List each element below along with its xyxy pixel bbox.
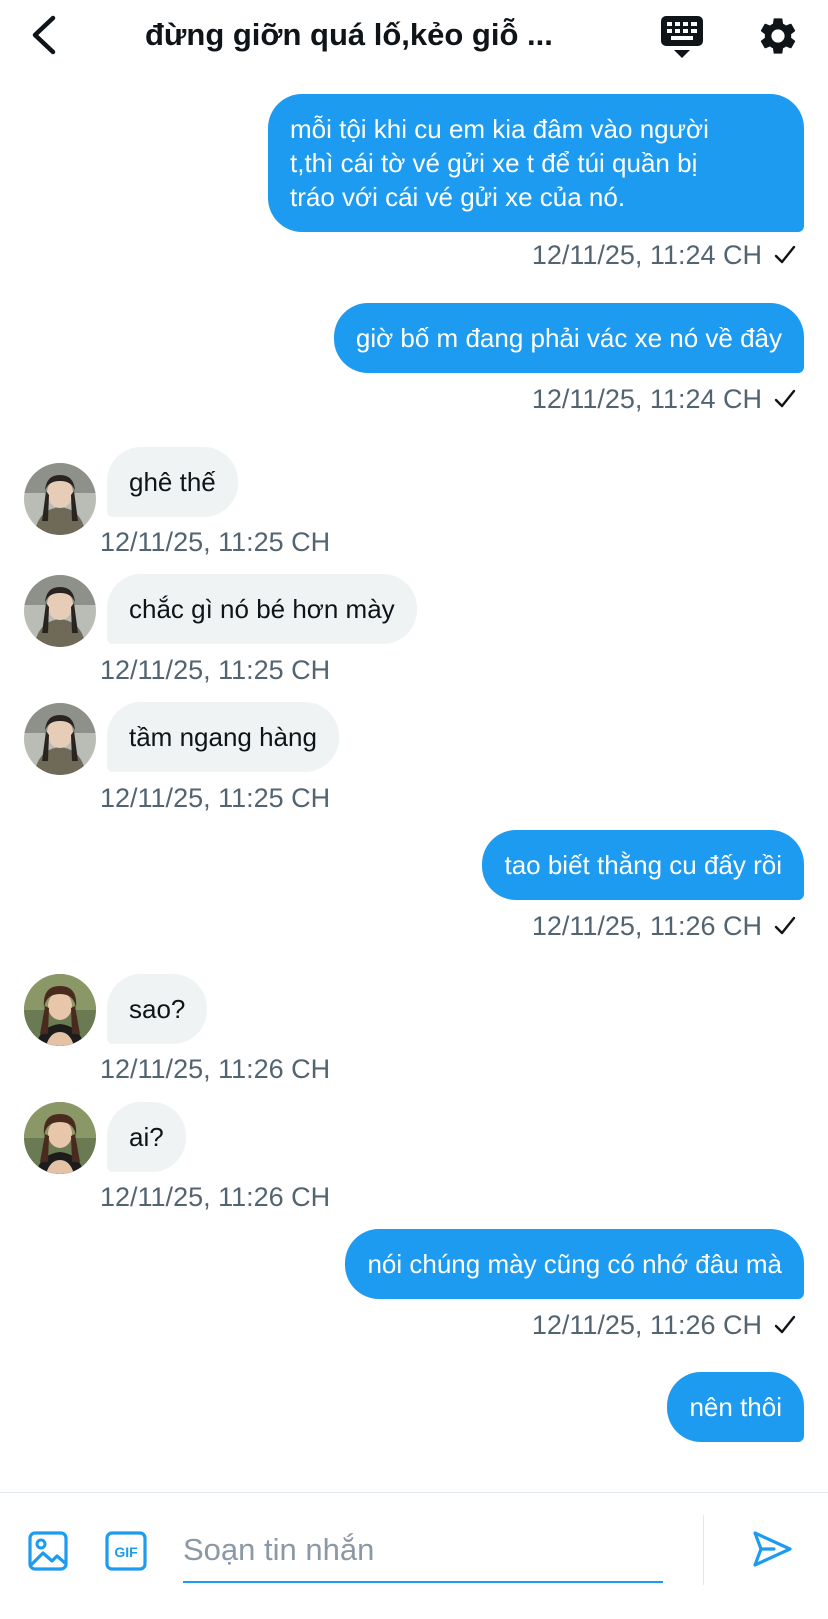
message-timestamp: 12/11/25, 11:25 CH: [100, 783, 331, 813]
avatar[interactable]: [24, 463, 96, 535]
image-icon: [28, 1531, 68, 1571]
send-icon: [753, 1531, 792, 1567]
outgoing-message[interactable]: tao biết thằng cu đấy rồi: [482, 830, 804, 900]
avatar[interactable]: [24, 575, 96, 647]
keyboard-shortcuts-button[interactable]: [658, 14, 706, 60]
avatar[interactable]: [24, 974, 96, 1046]
incoming-message[interactable]: ghê thế: [107, 447, 238, 517]
message-timestamp: 12/11/25, 11:26 CH: [100, 1054, 331, 1084]
incoming-message[interactable]: ai?: [107, 1102, 186, 1172]
message-input[interactable]: [183, 1519, 663, 1583]
message-timestamp-row: 12/11/25, 11:24 CH: [532, 382, 798, 416]
gif-label: GIF: [114, 1544, 138, 1560]
user-photo-icon: [24, 1102, 96, 1174]
gif-icon: GIF: [105, 1531, 147, 1571]
add-image-button[interactable]: [26, 1529, 70, 1573]
message-composer: GIF: [0, 1492, 828, 1619]
avatar[interactable]: [24, 1102, 96, 1174]
user-photo-icon: [24, 463, 96, 535]
message-timestamp-row: 12/11/25, 11:24 CH: [532, 238, 798, 272]
incoming-message[interactable]: tầm ngang hàng: [107, 702, 339, 772]
checkmark-icon: [774, 916, 796, 935]
user-photo-icon: [24, 575, 96, 647]
keyboard-icon: [661, 16, 703, 58]
message-timestamp: 12/11/25, 11:26 CH: [100, 1182, 331, 1212]
chevron-left-icon: [32, 15, 56, 55]
user-photo-icon: [24, 703, 96, 775]
message-timestamp: 12/11/25, 11:25 CH: [100, 527, 331, 557]
outgoing-message[interactable]: giờ bố m đang phải vác xe nó về đây: [333, 303, 804, 373]
message-timestamp-row: 12/11/25, 11:26 CH: [532, 909, 798, 943]
checkmark-icon: [774, 1315, 796, 1334]
back-button[interactable]: [22, 12, 66, 58]
checkmark-icon: [774, 245, 796, 264]
incoming-message[interactable]: sao?: [107, 974, 208, 1044]
settings-button[interactable]: [756, 14, 800, 58]
user-photo-icon: [24, 974, 96, 1046]
send-button[interactable]: [750, 1527, 794, 1571]
message-timestamp: 12/11/25, 11:25 CH: [100, 655, 331, 685]
outgoing-message[interactable]: nói chúng mày cũng có nhớ đâu mà: [345, 1229, 804, 1299]
avatar[interactable]: [24, 703, 96, 775]
message-timestamp: 12/11/25, 11:26 CH: [531, 911, 762, 941]
conversation-header: đừng giỡn quá lố,kẻo giỗ ...: [0, 0, 828, 76]
conversation-title[interactable]: đừng giỡn quá lố,kẻo giỗ ...: [145, 14, 605, 56]
gear-icon: [760, 18, 796, 54]
incoming-message[interactable]: chắc gì nó bé hơn mày: [107, 574, 417, 644]
composer-divider: [703, 1515, 704, 1585]
outgoing-message[interactable]: mỗi tội khi cu em kia đâm vào người t,th…: [268, 94, 804, 232]
message-timestamp: 12/11/25, 11:24 CH: [531, 384, 762, 414]
message-timestamp-row: 12/11/25, 11:26 CH: [532, 1308, 798, 1342]
add-gif-button[interactable]: GIF: [104, 1529, 148, 1573]
outgoing-message[interactable]: nên thôi: [667, 1372, 804, 1442]
message-timestamp: 12/11/25, 11:24 CH: [531, 240, 762, 270]
message-list[interactable]: mỗi tội khi cu em kia đâm vào người t,th…: [0, 76, 828, 1492]
message-timestamp: 12/11/25, 11:26 CH: [531, 1310, 762, 1340]
checkmark-icon: [774, 389, 796, 408]
